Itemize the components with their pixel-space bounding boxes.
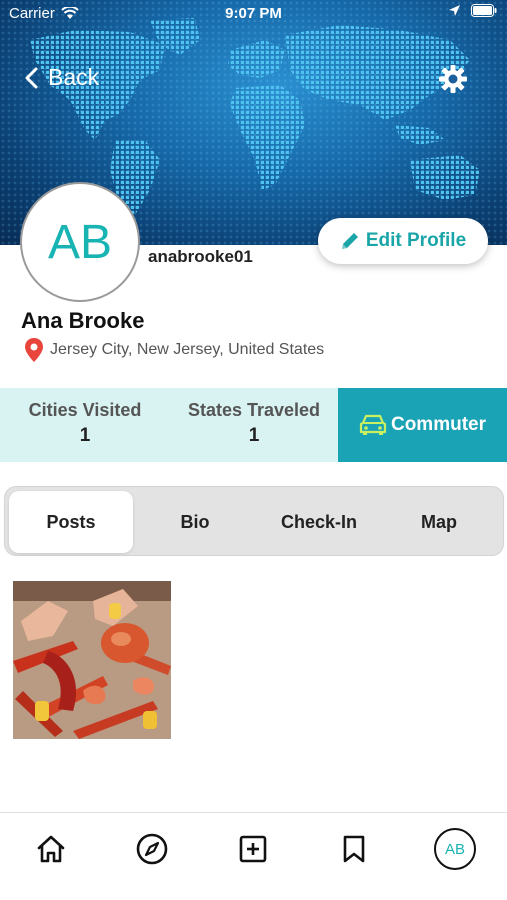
tab-check-in[interactable]: Check-In [257,491,381,553]
status-bar: Carrier 9:07 PM [0,0,507,28]
nav-profile[interactable]: AB [433,827,477,871]
battery-icon [471,4,497,17]
stat-value: 1 [248,425,260,446]
avatar: AB [434,828,476,870]
stat-cities-visited: Cities Visited 1 [0,400,170,447]
edit-profile-label: Edit Profile [365,230,467,251]
avatar-initials: AB [444,840,465,858]
compass-icon [136,833,168,865]
profile-tabs: Posts Bio Check-In Map [4,486,504,556]
username: anabrooke01 [148,247,253,266]
location-row: Jersey City, New Jersey, United States [24,338,324,362]
home-icon [37,835,65,863]
stat-value: 1 [79,425,91,446]
car-icon [359,414,387,435]
nav-explore[interactable] [130,827,174,871]
avatar[interactable]: AB [20,182,140,302]
tab-bio[interactable]: Bio [133,491,257,553]
stat-label: States Traveled [187,400,321,420]
status-time: 9:07 PM [225,5,282,22]
add-square-icon [239,835,267,863]
seafood-photo [13,581,171,739]
commuter-label: Commuter [390,414,486,435]
nav-home[interactable] [29,827,73,871]
map-pin-icon [25,338,43,362]
back-button[interactable]: Back [24,64,99,91]
bookmark-icon [343,835,365,863]
tab-map[interactable]: Map [377,491,501,553]
stat-states-traveled: States Traveled 1 [170,400,338,447]
location-text: Jersey City, New Jersey, United States [50,341,325,358]
chevron-left-icon [25,67,38,88]
back-label: Back [48,64,100,90]
bottom-nav-bar: AB [0,812,507,900]
stats-bar: Cities Visited 1 States Traveled 1 Commu… [0,388,507,462]
post-thumbnail[interactable] [13,581,171,739]
edit-profile-button[interactable]: Edit Profile [318,218,488,264]
pencil-icon [341,233,358,249]
commuter-badge[interactable]: Commuter [338,388,507,462]
location-arrow-icon [449,5,460,16]
nav-add-post[interactable] [231,827,275,871]
nav-bookmarks[interactable] [332,827,376,871]
tab-posts[interactable]: Posts [9,491,133,553]
stat-label: Cities Visited [28,400,142,420]
gear-icon[interactable] [438,64,468,94]
avatar-initials: AB [47,215,113,269]
full-name: Ana Brooke [21,308,145,333]
